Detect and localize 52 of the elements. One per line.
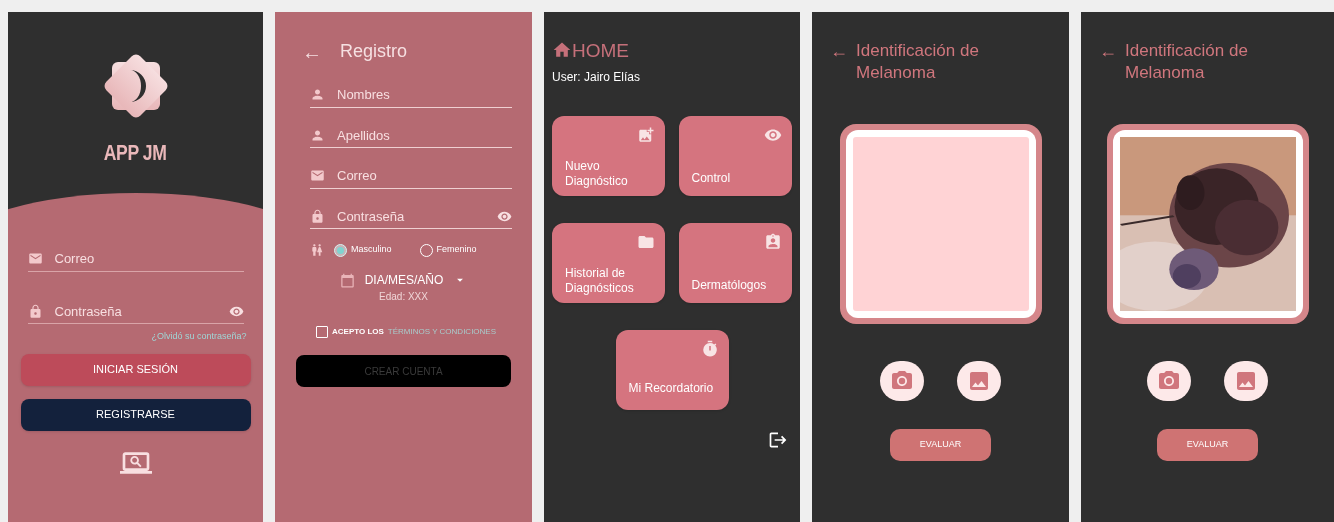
menu-tile[interactable]: Nuevo Diagnóstico (552, 116, 665, 196)
mail-icon (27, 251, 43, 267)
folder-icon (637, 233, 655, 251)
radio-option[interactable]: Femenino (419, 243, 477, 257)
back-button[interactable]: ← (302, 41, 322, 62)
register-button[interactable]: REGISTRARSE (20, 398, 251, 431)
radio-button[interactable] (334, 243, 347, 257)
text-field[interactable]: Contraseña (54, 301, 217, 321)
menu-tile[interactable]: Dermatólogos (678, 223, 792, 303)
lock-icon (310, 208, 325, 224)
menu-tile[interactable]: Control (678, 116, 792, 196)
screen-title: Identificación de Melanoma (1125, 40, 1249, 84)
image-icon (967, 369, 991, 393)
stopwatch-icon (700, 340, 719, 358)
mail-icon (310, 168, 325, 184)
evaluate-button[interactable]: EVALUAR (890, 429, 991, 461)
age-label: Edad: XXX (379, 290, 428, 304)
home-icon (552, 40, 572, 60)
text-field[interactable]: Nombres (337, 85, 512, 105)
gender-icon (310, 243, 324, 257)
terms-link[interactable]: TÉRMINOS Y CONDICIONES (387, 326, 497, 338)
back-button[interactable]: ← (830, 40, 848, 62)
camera-button[interactable] (880, 361, 924, 401)
app-name: APP JM (104, 139, 167, 167)
text-field[interactable]: Correo (337, 166, 512, 186)
screen-title: Identificación de Melanoma (856, 40, 980, 84)
text-field[interactable]: Contraseña (337, 206, 485, 226)
menu-tile[interactable]: Mi Recordatorio (615, 330, 729, 410)
login-button[interactable]: INICIAR SESIÓN (20, 353, 251, 386)
logout-icon[interactable] (768, 430, 788, 450)
user-name: User: Jairo Elías (552, 69, 642, 86)
eye-icon (763, 126, 782, 144)
forgot-password-link[interactable]: ¿Olvidó su contraseña? (151, 330, 247, 344)
screen-title: HOME (572, 40, 629, 60)
date-picker[interactable]: DIA/MES/AÑO (364, 271, 444, 289)
terms-text: ACEPTO LOS (332, 326, 384, 338)
image-icon (1234, 369, 1258, 393)
person-icon (310, 87, 325, 103)
gallery-button[interactable] (957, 361, 1001, 401)
contact-file-icon (763, 233, 782, 251)
camera-button[interactable] (1147, 361, 1191, 401)
evaluate-button[interactable]: EVALUAR (1157, 429, 1258, 461)
add-image-icon (637, 126, 655, 144)
back-button[interactable]: ← (1099, 40, 1117, 62)
text-field[interactable]: Apellidos (337, 125, 512, 145)
checkbox[interactable] (316, 326, 328, 338)
gallery-button[interactable] (1224, 361, 1268, 401)
text-field[interactable]: Correo (54, 249, 244, 269)
radio-option[interactable]: Masculino (334, 243, 392, 257)
calendar-icon (339, 272, 355, 288)
menu-tile[interactable]: Historial de Diagnósticos (552, 223, 665, 303)
screen-title: Registro (340, 40, 408, 63)
